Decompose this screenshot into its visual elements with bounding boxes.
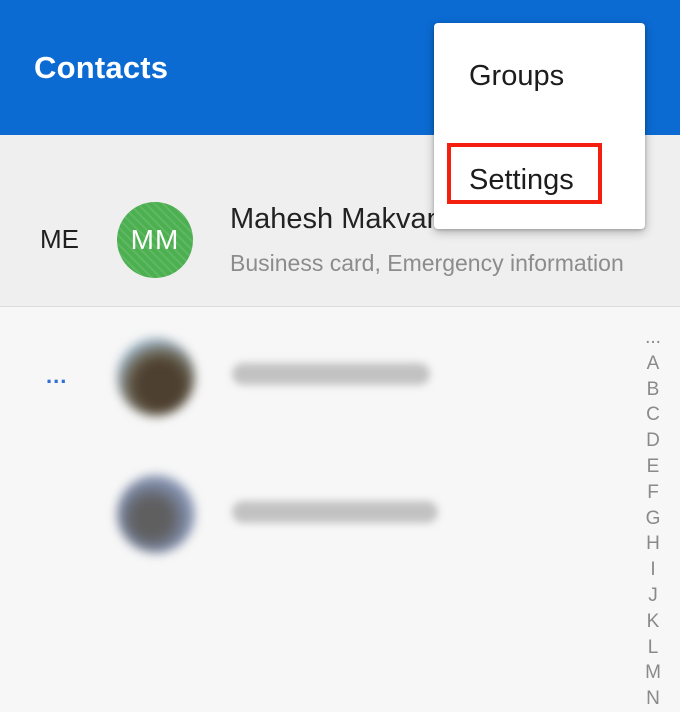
alphabet-letter[interactable]: I	[640, 557, 666, 583]
section-index-label: ...	[46, 363, 68, 388]
avatar-initials: MM	[130, 224, 180, 255]
alphabet-letter[interactable]: B	[640, 377, 666, 403]
blurred-contact-name[interactable]	[232, 363, 430, 385]
alphabet-letter[interactable]: L	[640, 635, 666, 661]
alphabet-letter[interactable]: ...	[640, 325, 666, 351]
alphabet-letter[interactable]: K	[640, 609, 666, 635]
contact-avatar[interactable]	[117, 338, 195, 416]
contact-name: Mahesh Makvana	[230, 203, 459, 235]
avatar[interactable]: MM	[117, 202, 193, 278]
contact-subtitle: Business card, Emergency information	[230, 250, 624, 276]
alphabet-letter[interactable]: F	[640, 480, 666, 506]
alphabet-index[interactable]: ... A B C D E F G H I J K L M N	[640, 325, 666, 712]
menu-item-settings[interactable]: Settings	[469, 164, 574, 197]
menu-item-groups[interactable]: Groups	[469, 60, 564, 93]
alphabet-letter[interactable]: D	[640, 428, 666, 454]
alphabet-letter[interactable]: N	[640, 686, 666, 712]
alphabet-letter[interactable]: E	[640, 454, 666, 480]
alphabet-letter[interactable]: C	[640, 402, 666, 428]
me-section-label: ME	[40, 224, 79, 254]
alphabet-letter[interactable]: G	[640, 506, 666, 532]
page-title: Contacts	[34, 50, 169, 85]
blurred-contact-name[interactable]	[232, 501, 438, 523]
alphabet-letter[interactable]: M	[640, 660, 666, 686]
alphabet-letter[interactable]: A	[640, 351, 666, 377]
overflow-menu: Groups Settings	[434, 23, 645, 229]
alphabet-letter[interactable]: H	[640, 531, 666, 557]
contact-avatar[interactable]	[117, 475, 195, 553]
alphabet-letter[interactable]: J	[640, 583, 666, 609]
